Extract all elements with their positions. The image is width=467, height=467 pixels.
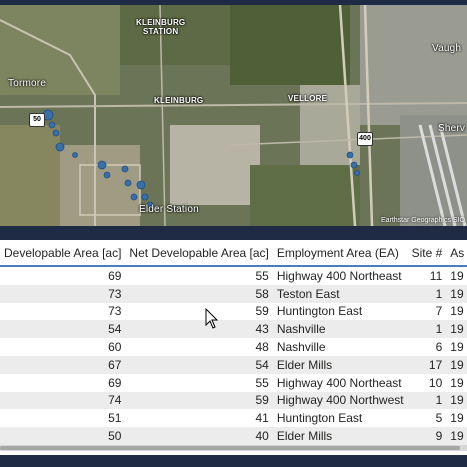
- map-label-kleinburg: KLEINBURG: [154, 96, 204, 105]
- cell-site-number: 1: [407, 391, 447, 410]
- table-row[interactable]: 67 54 Elder Mills 17 19: [0, 355, 467, 374]
- cell-developable-area: 67: [0, 355, 126, 374]
- cell-net-developable-area: 59: [125, 391, 273, 410]
- cell-employment-area: Nashville: [272, 320, 408, 339]
- table-body: 69 55 Highway 400 Northeast 11 19 73 58 Teston …: [0, 266, 467, 445]
- cell-site-number: 7: [435, 304, 443, 319]
- table-row[interactable]: 50 40 Elder Mills 9 19: [0, 427, 467, 445]
- data-table-container[interactable]: Developable Area [ac] Net Developable Ar…: [0, 240, 467, 450]
- cell-employment-area: Huntington East: [276, 411, 363, 426]
- table-header-row: Developable Area [ac] Net Developable Ar…: [0, 240, 467, 267]
- table-row[interactable]: 73 58 Teston East 1 19: [0, 284, 467, 303]
- cell-site-number: 6: [435, 340, 443, 355]
- cell-as: 19: [450, 411, 464, 426]
- table-row[interactable]: 73 59 Huntington East 7 19: [0, 303, 467, 321]
- cell-net-developable-area: 58: [125, 284, 273, 303]
- table-row[interactable]: 69 55 Highway 400 Northeast 11 19: [0, 266, 467, 285]
- map-imagery: [0, 5, 467, 226]
- table-row[interactable]: 51 41 Huntington East 5 19: [0, 409, 467, 427]
- cell-as: 19: [446, 427, 467, 445]
- cell-as: 19: [450, 304, 464, 319]
- map-label-sherwood: Sherv: [438, 123, 466, 134]
- column-header-net-developable-area[interactable]: Net Developable Area [ac]: [125, 240, 273, 267]
- cell-employment-area: Elder Mills: [272, 427, 408, 445]
- map-label-kleinburg-station: KLEINBURG STATION: [136, 18, 186, 36]
- cell-as: 19: [446, 284, 467, 303]
- cell-net-developable-area: 55: [255, 268, 269, 283]
- highway-50-shield: 50: [29, 113, 45, 127]
- cell-site-number: 11: [429, 268, 443, 283]
- cell-developable-area: 74: [0, 391, 126, 410]
- cell-employment-area: Highway 400 Northeast: [276, 268, 402, 283]
- data-table: Developable Area [ac] Net Developable Ar…: [0, 240, 467, 445]
- cell-developable-area: 51: [108, 411, 122, 426]
- column-header-as[interactable]: As: [446, 240, 467, 267]
- cell-employment-area: Teston East: [272, 284, 408, 303]
- horizontal-scrollbar[interactable]: [0, 445, 467, 451]
- cell-employment-area: Huntington East: [276, 304, 363, 319]
- table-row[interactable]: 69 55 Highway 400 Northeast 10 19: [0, 374, 467, 392]
- cell-site-number: 5: [435, 411, 443, 426]
- cell-as: 19: [446, 355, 467, 374]
- map-label-tormore: Tormore: [8, 78, 47, 89]
- cell-developable-area: 69: [108, 375, 122, 390]
- cell-developable-area: 60: [108, 340, 122, 355]
- cell-as: 19: [450, 340, 464, 355]
- map-label-vaughan: Vaugh: [432, 43, 462, 54]
- cell-net-developable-area: 43: [125, 320, 273, 339]
- cell-site-number: 1: [407, 284, 447, 303]
- cell-net-developable-area: 41: [255, 411, 269, 426]
- cell-net-developable-area: 59: [255, 304, 269, 319]
- column-header-developable-area[interactable]: Developable Area [ac]: [0, 240, 126, 267]
- map-attribution: Earthstar Geographics SIO: [380, 217, 465, 224]
- cell-developable-area: 50: [0, 427, 126, 445]
- column-header-employment-area[interactable]: Employment Area (EA): [272, 240, 408, 267]
- map-label-vellore: VELLORE: [288, 94, 328, 103]
- scrollbar-thumb[interactable]: [0, 446, 460, 450]
- highway-400-shield: 400: [357, 132, 373, 146]
- cell-net-developable-area: 54: [125, 355, 273, 374]
- cell-developable-area: 73: [108, 304, 122, 319]
- section-divider: [0, 226, 467, 240]
- cell-employment-area: Highway 400 Northwest: [272, 391, 408, 410]
- table-row[interactable]: 54 43 Nashville 1 19: [0, 320, 467, 339]
- cell-as: 19: [446, 320, 467, 339]
- cell-developable-area: 69: [108, 268, 122, 283]
- satellite-map[interactable]: KLEINBURG STATION Tormore KLEINBURG VELL…: [0, 5, 467, 226]
- cell-net-developable-area: 48: [255, 340, 269, 355]
- cell-as: 19: [450, 268, 464, 283]
- cell-net-developable-area: 40: [125, 427, 273, 445]
- table-row[interactable]: 74 59 Highway 400 Northwest 1 19: [0, 391, 467, 410]
- cell-developable-area: 54: [0, 320, 126, 339]
- table-row[interactable]: 60 48 Nashville 6 19: [0, 338, 467, 356]
- cell-site-number: 9: [407, 427, 447, 445]
- cell-developable-area: 73: [0, 284, 126, 303]
- cell-site-number: 10: [428, 375, 443, 390]
- cell-site-number: 1: [407, 320, 447, 339]
- map-label-elder-station: Elder Station: [139, 204, 199, 215]
- cell-net-developable-area: 55: [255, 375, 269, 390]
- cell-site-number: 17: [407, 355, 447, 374]
- cell-employment-area: Elder Mills: [272, 355, 408, 374]
- cell-as: 19: [450, 375, 464, 390]
- column-header-site-number[interactable]: Site #: [407, 240, 447, 267]
- cell-as: 19: [446, 391, 467, 410]
- cell-employment-area: Highway 400 Northeast: [276, 375, 402, 390]
- cell-employment-area: Nashville: [276, 340, 326, 355]
- bottom-frame-bar: [0, 455, 467, 467]
- mouse-cursor-icon: [205, 308, 219, 329]
